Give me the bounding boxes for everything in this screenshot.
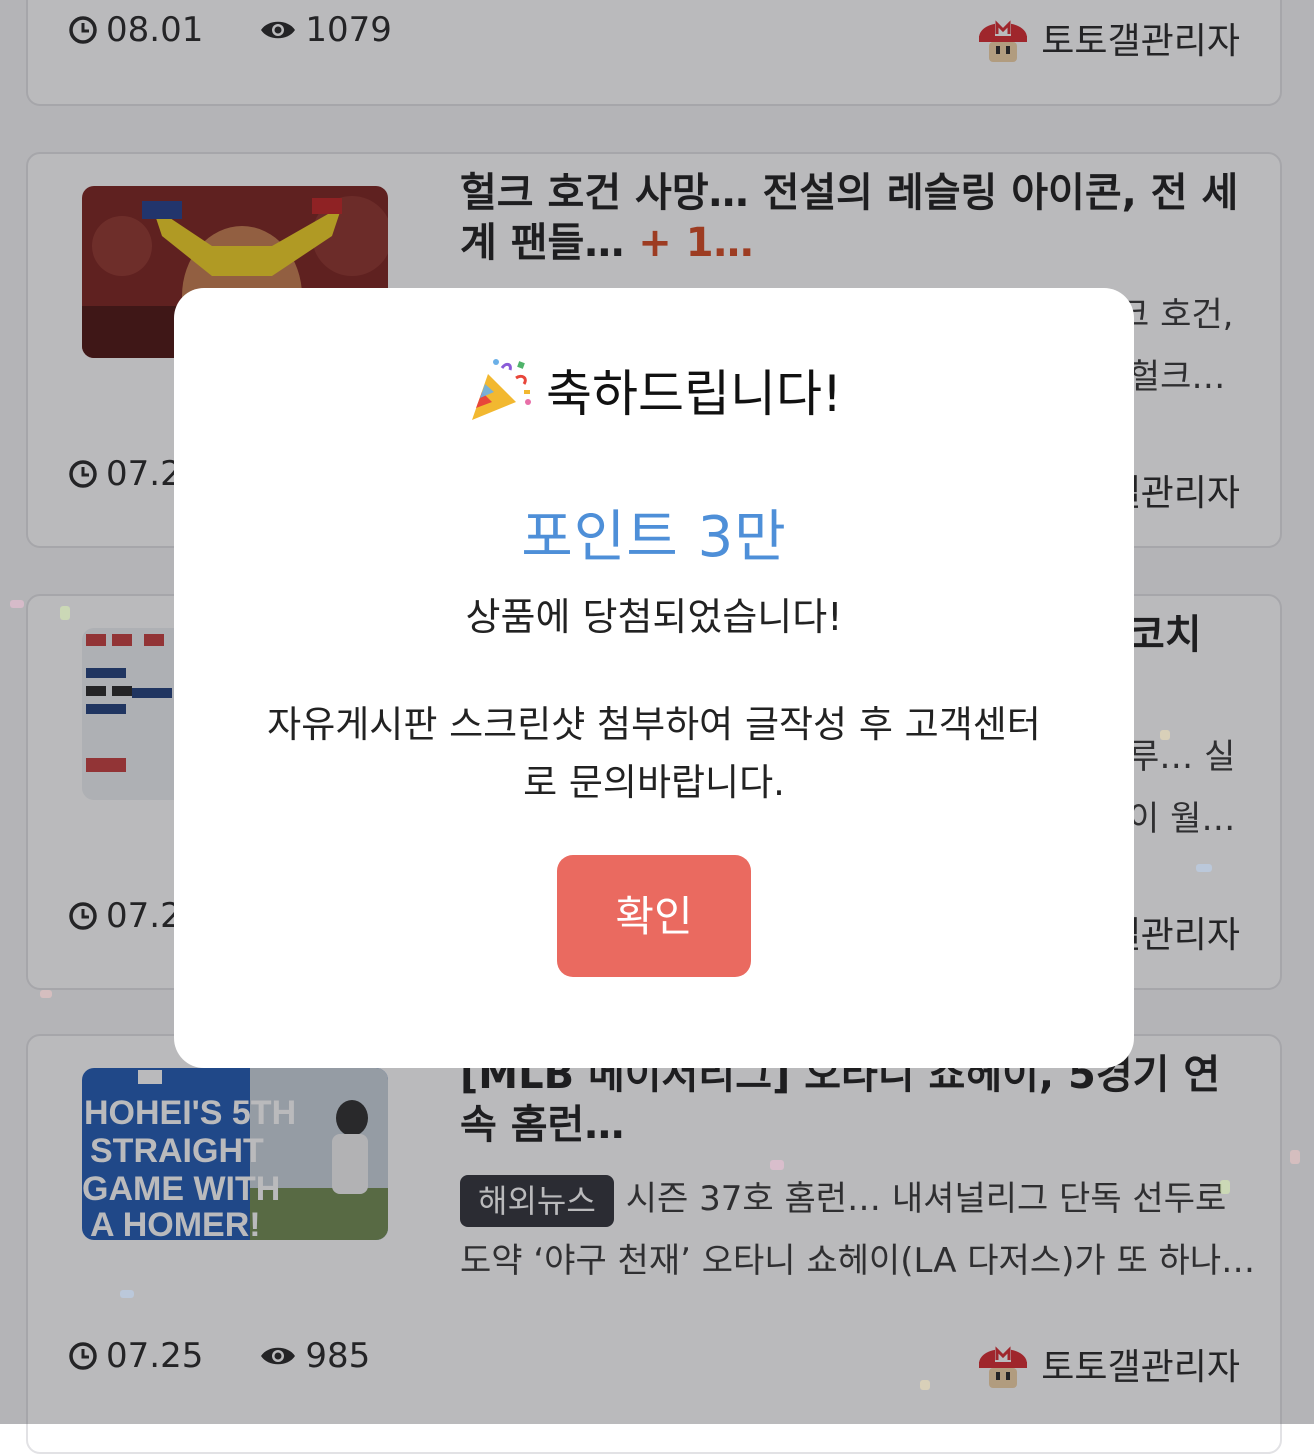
confetti-piece <box>40 990 52 998</box>
confetti-piece <box>60 606 70 620</box>
confirm-button[interactable]: 확인 <box>557 855 751 977</box>
confetti-piece <box>920 1380 930 1390</box>
confetti-piece <box>770 1160 784 1170</box>
confetti-piece <box>1290 1150 1300 1164</box>
modal-heading: 축하드립니다! <box>174 354 1134 426</box>
confetti-piece <box>1196 864 1212 872</box>
confetti-piece <box>1160 730 1170 740</box>
confetti-piece <box>120 1290 134 1298</box>
instructions-message: 자유게시판 스크린샷 첨부하여 글작성 후 고객센터로 문의바랍니다. <box>267 703 1041 804</box>
win-message: 상품에 당첨되었습니다! <box>465 595 843 639</box>
confetti-piece <box>10 600 24 608</box>
confetti-piece <box>1220 1180 1230 1194</box>
party-popper-icon <box>471 359 531 420</box>
modal-title: 축하드립니다! <box>545 365 843 423</box>
prize-amount: 포인트 3만 <box>521 505 787 570</box>
prize-modal: 축하드립니다! 포인트 3만 상품에 당첨되었습니다! 자유게시판 스크린샷 첨… <box>174 288 1134 1068</box>
